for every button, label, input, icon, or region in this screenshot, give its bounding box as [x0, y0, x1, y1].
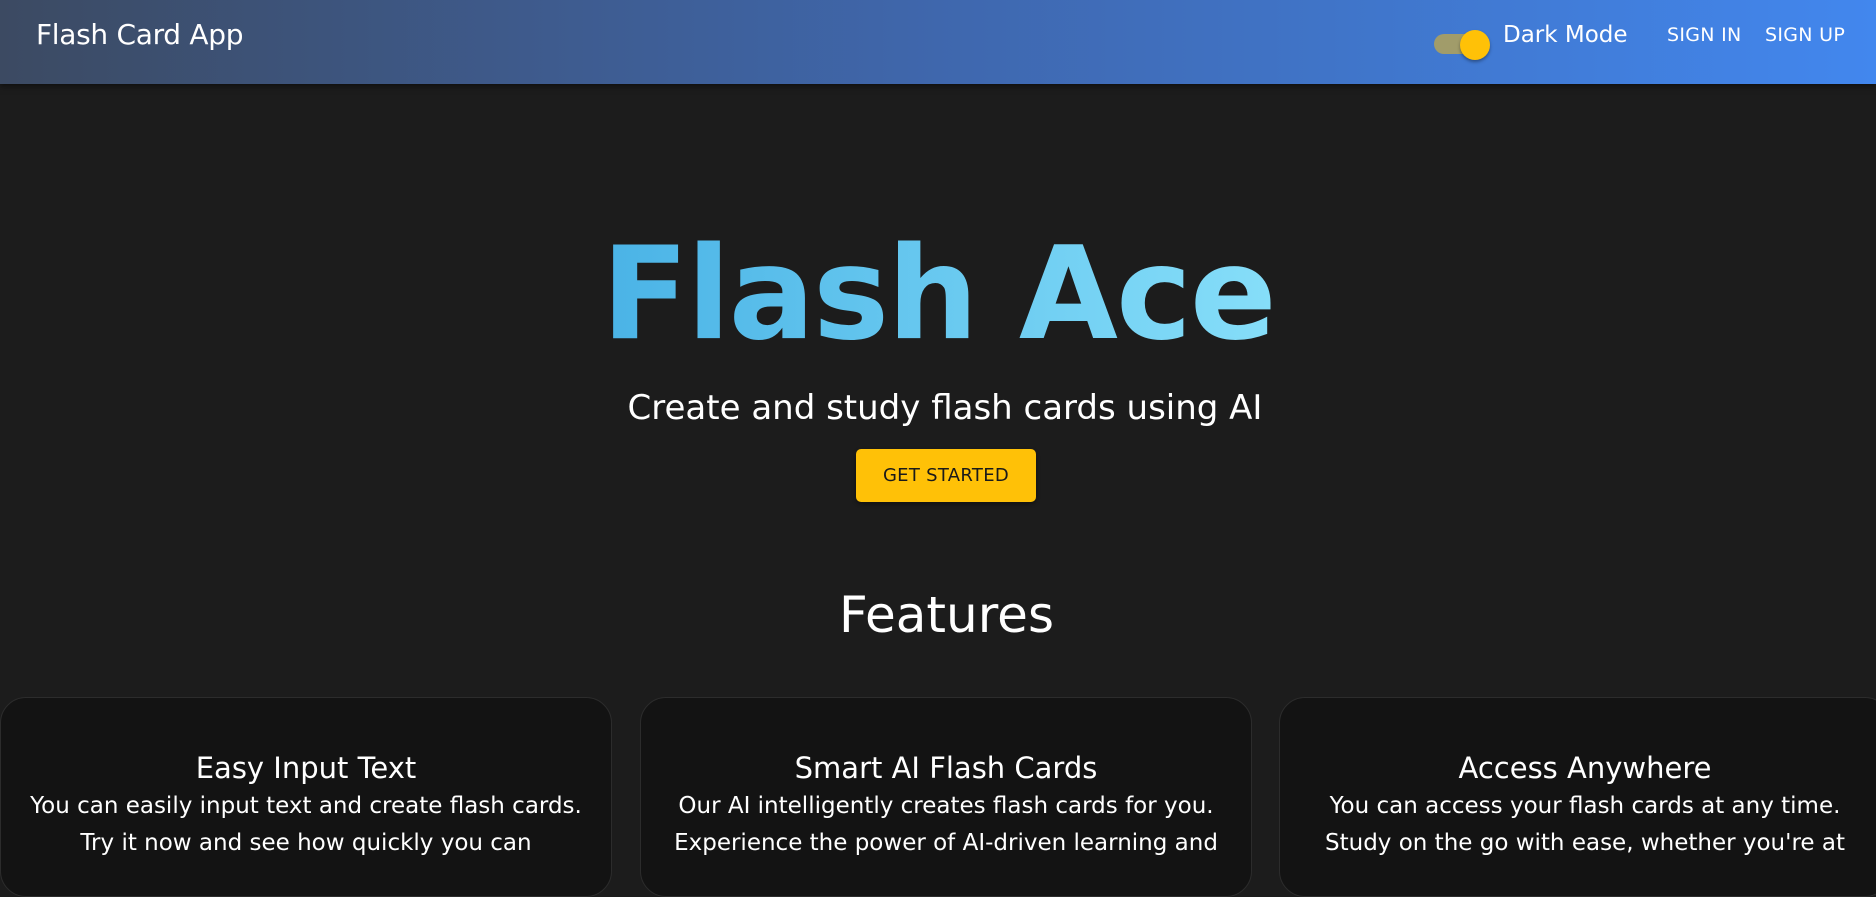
hero-title-text: Flash Ace — [601, 220, 1276, 369]
feature-card: Access Anywhere You can access your flas… — [1279, 697, 1876, 897]
feature-title: Easy Input Text — [195, 751, 417, 785]
dark-mode-label: Dark Mode — [1503, 22, 1628, 48]
app-bar: Flash Card App Dark Mode SIGN IN SIGN UP — [0, 0, 1876, 84]
feature-card: Smart AI Flash Cards Our AI intelligentl… — [640, 697, 1252, 897]
toggle-thumb — [1460, 30, 1490, 60]
hero-title: Flash Ace — [0, 220, 1876, 370]
feature-body: You can access your flash cards at any t… — [1325, 793, 1845, 856]
feature-card: Easy Input Text You can easily input tex… — [0, 697, 612, 897]
get-started-button[interactable]: GET STARTED — [856, 449, 1036, 502]
hero-subtitle: Create and study flash cards using AI — [627, 388, 1263, 428]
sign-up-button[interactable]: SIGN UP — [1765, 24, 1845, 46]
app-title: Flash Card App — [36, 18, 244, 51]
dark-mode-toggle[interactable] — [1434, 24, 1490, 60]
feature-title: Access Anywhere — [1458, 751, 1712, 785]
features-heading: Features — [839, 586, 1054, 644]
feature-body: You can easily input text and create fla… — [30, 793, 582, 856]
feature-body: Our AI intelligently creates flash cards… — [674, 793, 1218, 856]
sign-in-button[interactable]: SIGN IN — [1667, 24, 1742, 46]
feature-title: Smart AI Flash Cards — [794, 751, 1098, 785]
